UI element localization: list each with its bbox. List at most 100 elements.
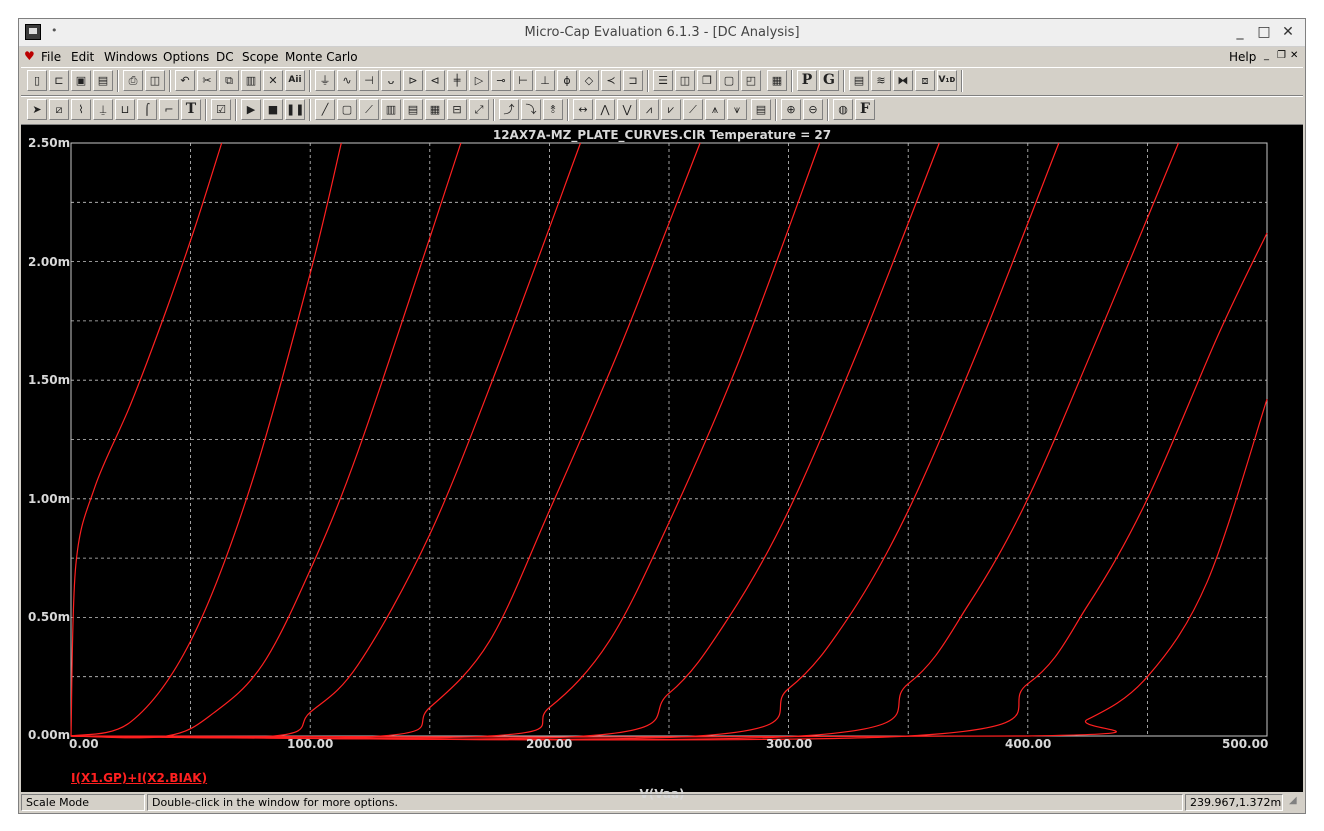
print-preview-icon[interactable]: ◫: [145, 70, 165, 91]
menu-help[interactable]: Help: [1229, 50, 1256, 64]
trace-curve-4[interactable]: [70, 142, 582, 739]
peak-icon[interactable]: ⤴: [499, 99, 519, 120]
peak-find-icon[interactable]: ⋀: [595, 99, 615, 120]
mdi-minimize-button[interactable]: _: [1264, 50, 1269, 61]
graph-tool-icon[interactable]: ⌐: [159, 99, 179, 120]
tile-horizontal-icon[interactable]: ☰: [653, 70, 673, 91]
zoom-out-icon[interactable]: ⊖: [803, 99, 823, 120]
undo-icon[interactable]: ↶: [175, 70, 195, 91]
current-source-icon[interactable]: ⊥: [535, 70, 555, 91]
data-icon[interactable]: ⊔: [115, 99, 135, 120]
maximize-button[interactable]: □: [1255, 23, 1273, 41]
open-icon[interactable]: ⊏: [49, 70, 69, 91]
help-tool-icon[interactable]: ◍: [833, 99, 853, 120]
rise-icon[interactable]: ⩘: [639, 99, 659, 120]
line-icon[interactable]: ╱: [315, 99, 335, 120]
document-icon[interactable]: ♥: [24, 49, 35, 63]
copy-icon[interactable]: ⧉: [219, 70, 239, 91]
opamp-icon[interactable]: ▷: [469, 70, 489, 91]
title-bar[interactable]: • Micro-Cap Evaluation 6.1.3 - [DC Analy…: [19, 19, 1305, 47]
diagonal-icon[interactable]: ⟋: [359, 99, 379, 120]
trace-curve-3[interactable]: [70, 142, 462, 739]
save-all-icon[interactable]: ▤: [93, 70, 113, 91]
wire-icon[interactable]: ◇: [579, 70, 599, 91]
zoom-window-icon[interactable]: ⧄: [49, 99, 69, 120]
table-icon[interactable]: ▤: [751, 99, 771, 120]
slope-find-icon[interactable]: ⟋: [683, 99, 703, 120]
trace-curve-9[interactable]: [70, 142, 1180, 741]
mdi-restore-button[interactable]: ❐: [1277, 50, 1286, 61]
cursor-mode-icon[interactable]: ↔: [573, 99, 593, 120]
tile-vertical-icon[interactable]: ◫: [675, 70, 695, 91]
plot-canvas[interactable]: [21, 125, 1303, 792]
stop-icon[interactable]: ■: [263, 99, 283, 120]
fall-icon[interactable]: ⩗: [661, 99, 681, 120]
mosfet-icon[interactable]: ╪: [447, 70, 467, 91]
cursor-icon[interactable]: ⌇: [71, 99, 91, 120]
waveform-icon[interactable]: ≋: [871, 70, 891, 91]
slope-icon[interactable]: ⤢: [469, 99, 489, 120]
calculator-icon[interactable]: ▦: [767, 70, 787, 91]
diode-icon[interactable]: ⊳: [403, 70, 423, 91]
save-icon[interactable]: ▣: [71, 70, 91, 91]
window-icon[interactable]: ▢: [719, 70, 739, 91]
junction-icon[interactable]: ⊐: [623, 70, 643, 91]
zoom-in-icon[interactable]: ⊕: [781, 99, 801, 120]
font-icon[interactable]: F: [855, 99, 875, 120]
close-button[interactable]: ✕: [1279, 23, 1297, 41]
grid-icon[interactable]: ▤: [849, 70, 869, 91]
preview-icon[interactable]: ⧈: [915, 70, 935, 91]
rectangle-icon[interactable]: ▢: [337, 99, 357, 120]
voltage-icon[interactable]: ϕ: [557, 70, 577, 91]
minimize-button[interactable]: _: [1231, 23, 1249, 41]
trace-legend[interactable]: I(X1.GP)+I(X2.BIAK): [71, 771, 207, 785]
capacitor-icon[interactable]: ⊣: [359, 70, 379, 91]
inductor-icon[interactable]: ᴗ: [381, 70, 401, 91]
select-all-icon[interactable]: Aii: [285, 70, 305, 91]
paste-icon[interactable]: ▥: [241, 70, 261, 91]
hatch1-icon[interactable]: ▥: [381, 99, 401, 120]
run-icon[interactable]: ▶: [241, 99, 261, 120]
menu-edit[interactable]: Edit: [71, 50, 94, 64]
inflection-icon[interactable]: ⩚: [705, 99, 725, 120]
menu-windows[interactable]: Windows: [104, 50, 158, 64]
clear-icon[interactable]: ✕: [263, 70, 283, 91]
scale-icon[interactable]: ⍊: [93, 99, 113, 120]
plot-area[interactable]: 12AX7A-MZ_PLATE_CURVES.CIR Temperature =…: [21, 125, 1303, 801]
component-icon[interactable]: ⧓: [893, 70, 913, 91]
source-icon[interactable]: ⊢: [513, 70, 533, 91]
properties-icon[interactable]: ☑: [211, 99, 231, 120]
new-icon[interactable]: ▯: [27, 70, 47, 91]
pause-icon[interactable]: ❚❚: [285, 99, 305, 120]
trace-curve-7[interactable]: [70, 142, 940, 740]
resistor-icon[interactable]: ∿: [337, 70, 357, 91]
vid-icon[interactable]: V₁ᴅ: [937, 70, 957, 91]
probe-g-icon[interactable]: G: [819, 70, 839, 91]
bjt-icon[interactable]: ⊲: [425, 70, 445, 91]
print-icon[interactable]: ⎙: [123, 70, 143, 91]
select-arrow-icon[interactable]: ➤: [27, 99, 47, 120]
node-icon[interactable]: ≺: [601, 70, 621, 91]
hatch2-icon[interactable]: ▤: [403, 99, 423, 120]
menu-options[interactable]: Options: [163, 50, 209, 64]
valley-icon[interactable]: ⤵: [521, 99, 541, 120]
grid-tool-icon[interactable]: ▦: [425, 99, 445, 120]
menu-scope[interactable]: Scope: [242, 50, 279, 64]
trace-curve-8[interactable]: [70, 142, 1060, 741]
box-icon[interactable]: ⊟: [447, 99, 467, 120]
window2-icon[interactable]: ◰: [741, 70, 761, 91]
menu-monte-carlo[interactable]: Monte Carlo: [285, 50, 358, 64]
high-icon[interactable]: ⥉: [543, 99, 563, 120]
ground-icon[interactable]: ⏚: [315, 70, 335, 91]
probe-p-icon[interactable]: P: [797, 70, 817, 91]
mdi-close-button[interactable]: ✕: [1290, 50, 1298, 61]
text-tool-icon[interactable]: T: [181, 99, 201, 120]
menu-dc[interactable]: DC: [216, 50, 234, 64]
trace-curve-5[interactable]: [70, 142, 701, 739]
battery-icon[interactable]: ⊸: [491, 70, 511, 91]
min-icon[interactable]: ⩛: [727, 99, 747, 120]
waveform-tool-icon[interactable]: ⌠: [137, 99, 157, 120]
resize-grip-icon[interactable]: ◢: [1289, 795, 1303, 809]
cut-icon[interactable]: ✂: [197, 70, 217, 91]
cascade-icon[interactable]: ❐: [697, 70, 717, 91]
